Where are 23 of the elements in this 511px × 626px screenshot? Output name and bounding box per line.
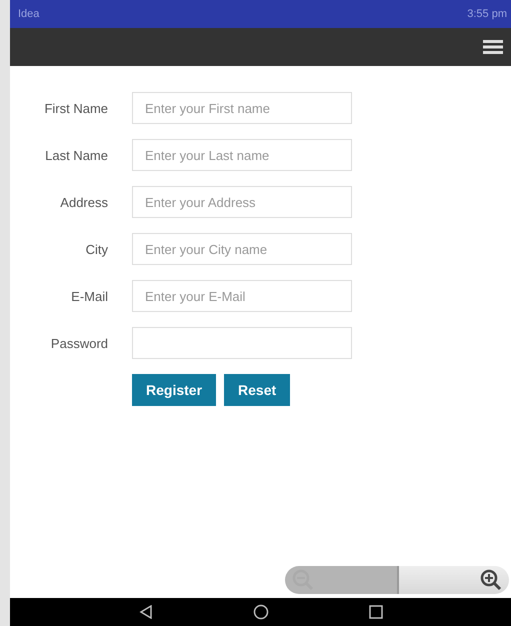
reset-button[interactable]: Reset	[224, 374, 290, 406]
menu-icon[interactable]	[483, 40, 503, 54]
field-label: E-Mail	[70, 288, 108, 304]
input-field[interactable]: Enter your First name	[132, 92, 352, 124]
field-label: First Name	[43, 100, 108, 116]
home-icon[interactable]	[252, 604, 268, 620]
carrier-name: Idea	[18, 8, 40, 20]
clock-time: 3:55 pm	[467, 8, 507, 20]
zoom-in-button[interactable]	[397, 566, 509, 594]
input-field[interactable]: Enter your Address	[132, 186, 352, 218]
zoom-out-icon	[291, 568, 315, 592]
input-field[interactable]: Enter your Last name	[132, 139, 352, 171]
field-label: Password	[50, 336, 108, 350]
field-label: Last Name	[44, 148, 108, 162]
field-label: City	[84, 242, 108, 256]
back-icon[interactable]	[138, 605, 152, 619]
zoom-in-icon	[479, 568, 503, 592]
recents-icon[interactable]	[368, 605, 382, 619]
input-field[interactable]: Enter your E-Mail	[132, 280, 352, 312]
register-button[interactable]: Register	[132, 374, 216, 406]
input-field[interactable]	[132, 327, 352, 359]
field-label: Address	[59, 194, 108, 210]
input-field[interactable]: Enter your City name	[132, 233, 352, 265]
